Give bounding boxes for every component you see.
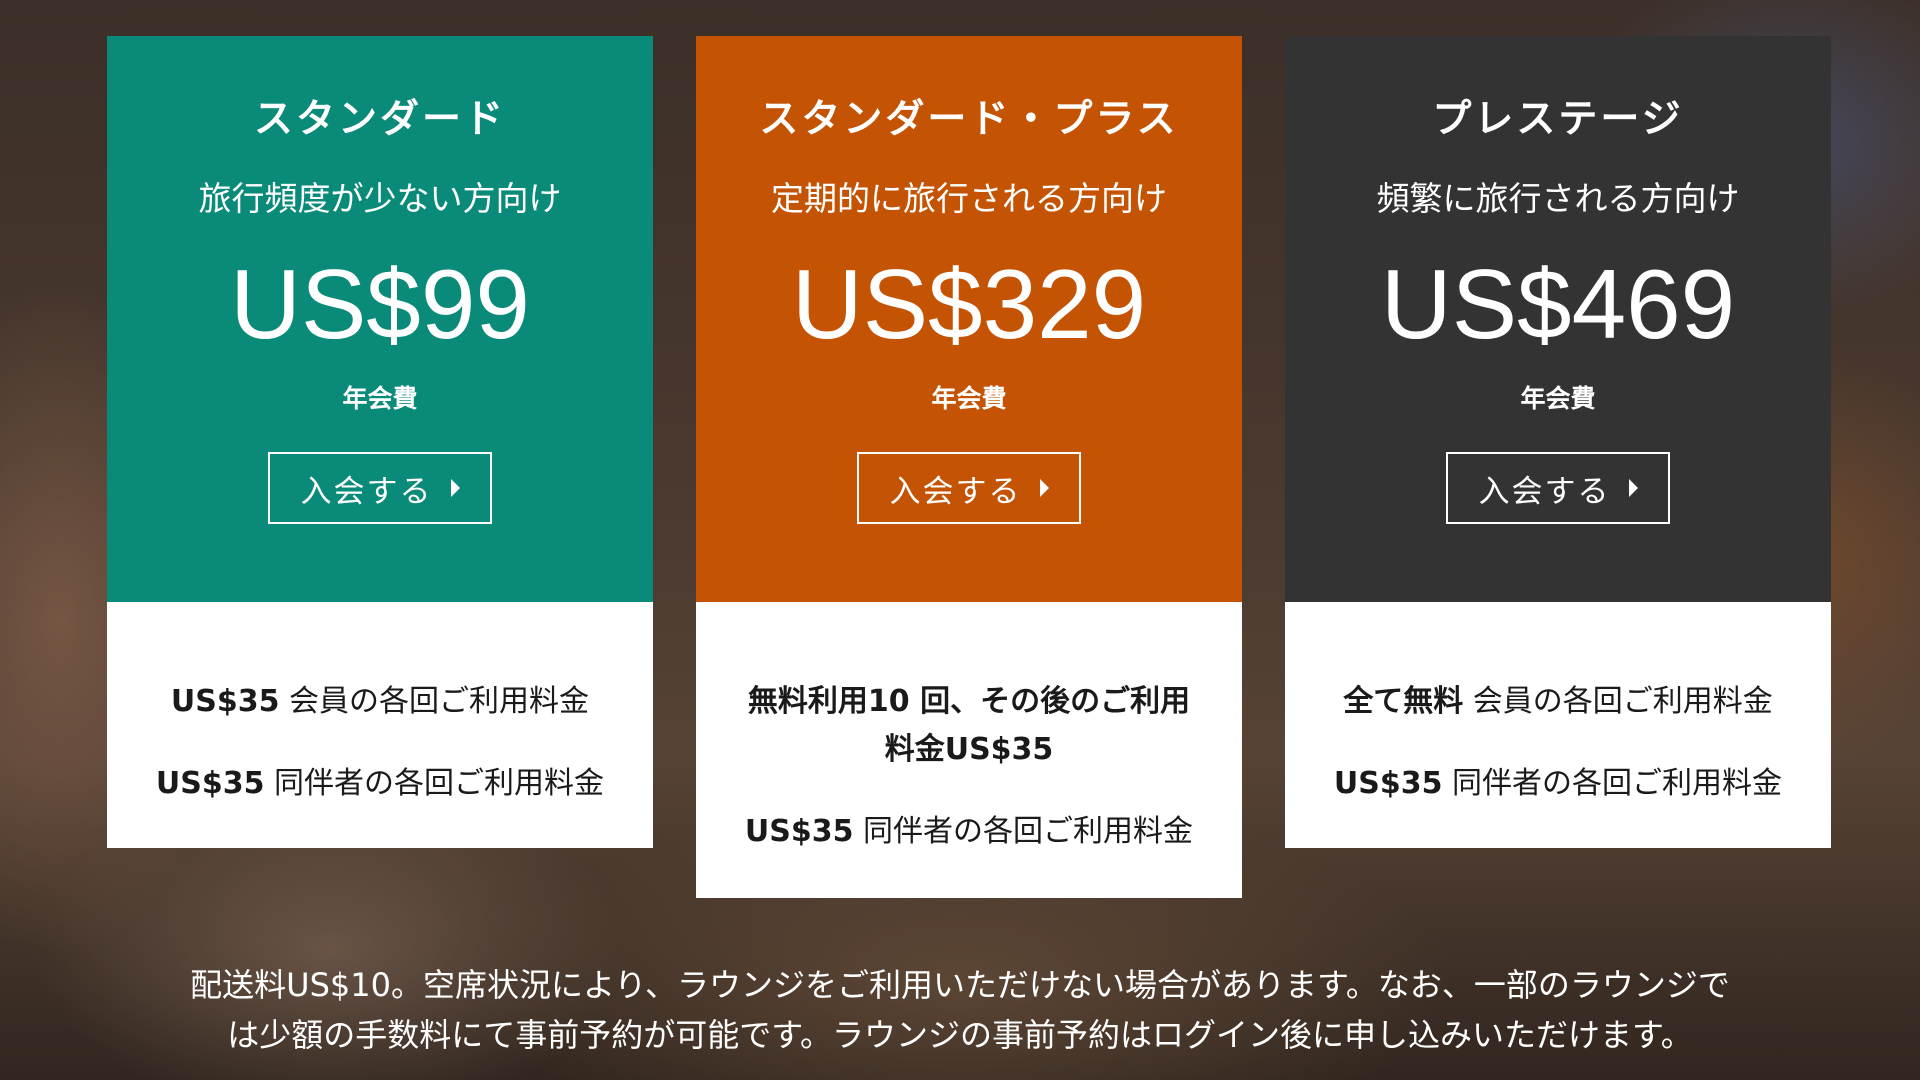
- plan-card-prestige: プレステージ 頻繁に旅行される方向け US$469 年会費 入会する 全て無料 …: [1285, 36, 1831, 848]
- plan-name: スタンダード・プラス: [759, 97, 1179, 142]
- plan-name: プレステージ: [1432, 97, 1684, 142]
- footnote-line: は少額の手数料にて事前予約が可能です。ラウンジの事前予約はログイン後に申し込みい…: [227, 1016, 1693, 1054]
- plan-fee-label: 年会費: [931, 384, 1007, 413]
- plan-fee-label: 年会費: [1520, 384, 1596, 413]
- plan-subtitle: 頻繁に旅行される方向け: [1376, 179, 1740, 218]
- join-button-label: 入会する: [1478, 473, 1611, 510]
- plan-price: US$329: [791, 249, 1147, 359]
- plan-subtitle: 旅行頻度が少ない方向け: [198, 179, 562, 218]
- feature-text: 同伴者の各回ご利用料金: [1442, 766, 1783, 801]
- plan-features: 全て無料 会員の各回ご利用料金 US$35 同伴者の各回ご利用料金: [1285, 602, 1831, 848]
- join-button-label: 入会する: [300, 473, 433, 510]
- feature-highlight: US$35: [170, 684, 280, 719]
- join-button[interactable]: 入会する: [1446, 452, 1670, 524]
- plan-card-standard-plus: スタンダード・プラス 定期的に旅行される方向け US$329 年会費 入会する …: [696, 36, 1242, 898]
- feature-highlight: 全て無料: [1343, 684, 1464, 719]
- plan-features: 無料利用10 回、その後のご利用料金US$35 US$35 同伴者の各回ご利用料…: [696, 602, 1242, 898]
- feature-highlight: US$35: [1333, 766, 1443, 801]
- join-button[interactable]: 入会する: [857, 452, 1081, 524]
- feature-member-fee: 全て無料 会員の各回ご利用料金: [1309, 678, 1807, 726]
- feature-highlight: US$35: [155, 766, 265, 801]
- plan-fee-label: 年会費: [342, 384, 418, 413]
- feature-guest-fee: US$35 同伴者の各回ご利用料金: [1309, 760, 1807, 808]
- plan-subtitle: 定期的に旅行される方向け: [771, 179, 1167, 218]
- footnote: 配送料US$10。空席状況により、ラウンジをご利用いただけない場合があります。な…: [0, 960, 1920, 1060]
- feature-text: 同伴者の各回ご利用料金: [264, 766, 605, 801]
- join-button[interactable]: 入会する: [268, 452, 492, 524]
- feature-highlight: 無料利用10 回、その後のご利用料金US$35: [747, 684, 1191, 767]
- plan-card-header: スタンダード・プラス 定期的に旅行される方向け US$329 年会費 入会する: [696, 36, 1242, 602]
- plan-price: US$469: [1380, 249, 1736, 359]
- plan-name: スタンダード: [253, 97, 506, 142]
- join-button-label: 入会する: [889, 473, 1022, 510]
- plan-features: US$35 会員の各回ご利用料金 US$35 同伴者の各回ご利用料金: [107, 602, 653, 848]
- feature-text: 会員の各回ご利用料金: [1463, 684, 1773, 719]
- feature-guest-fee: US$35 同伴者の各回ご利用料金: [131, 760, 629, 808]
- plan-card-header: プレステージ 頻繁に旅行される方向け US$469 年会費 入会する: [1285, 36, 1831, 602]
- caret-right-icon: [1039, 479, 1049, 497]
- feature-highlight: US$35: [744, 814, 854, 849]
- feature-text: 同伴者の各回ご利用料金: [853, 814, 1194, 849]
- footnote-line: 配送料US$10。空席状況により、ラウンジをご利用いただけない場合があります。な…: [190, 966, 1730, 1004]
- caret-right-icon: [450, 479, 460, 497]
- plan-card-standard: スタンダード 旅行頻度が少ない方向け US$99 年会費 入会する US$35 …: [107, 36, 653, 848]
- feature-member-fee: 無料利用10 回、その後のご利用料金US$35: [736, 678, 1202, 774]
- feature-text: 会員の各回ご利用料金: [279, 684, 590, 719]
- plan-card-header: スタンダード 旅行頻度が少ない方向け US$99 年会費 入会する: [107, 36, 653, 602]
- caret-right-icon: [1628, 479, 1638, 497]
- feature-guest-fee: US$35 同伴者の各回ご利用料金: [736, 808, 1202, 856]
- plan-price: US$99: [230, 249, 530, 359]
- feature-member-fee: US$35 会員の各回ご利用料金: [131, 678, 629, 726]
